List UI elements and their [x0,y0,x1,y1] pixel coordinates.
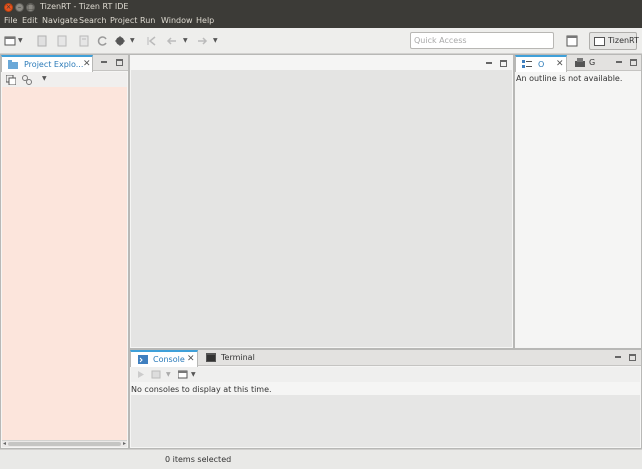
back-arrow-icon[interactable] [166,35,178,47]
close-icon: × [5,3,12,11]
chevron-down-icon[interactable]: ▼ [213,37,218,44]
chevron-down-icon[interactable]: ▼ [18,37,23,44]
view-menu-icon[interactable]: ▼ [42,75,47,82]
chevron-down-icon[interactable]: ▼ [183,37,188,44]
tab-project-explorer[interactable]: Project Explo... ✕ [1,55,93,72]
menu-run[interactable]: Run [140,16,155,25]
refresh-icon[interactable] [97,35,109,47]
console-panel: Console ✕ Terminal ▼ ▼ No consoles to di… [129,349,642,449]
maximize-icon[interactable] [629,354,636,361]
perspective-label: TizenRT [608,36,639,45]
outline-icon [522,60,532,68]
terminal-icon [206,353,216,362]
scrollbar-thumb[interactable] [8,442,121,446]
main-toolbar: ▼ ▼ ▼ ▼ Quick Access TizenRT [0,28,642,54]
console-message: No consoles to display at this time. [131,385,272,394]
chevron-down-icon[interactable]: ▼ [191,371,196,378]
clear-console-icon[interactable] [151,370,161,379]
menu-edit[interactable]: Edit [22,16,38,25]
save-icon[interactable] [56,35,68,47]
editor-body[interactable] [131,70,512,347]
menu-navigate[interactable]: Navigate [42,16,78,25]
minimize-icon[interactable] [615,354,622,361]
tizenrt-perspective-button[interactable]: TizenRT [589,32,639,50]
tab-label: Project Explo... [24,60,84,69]
tab-label: Terminal [221,353,255,362]
properties-icon[interactable] [78,35,90,47]
window-close-button[interactable]: × [4,3,13,12]
status-bar: 0 items selected [0,449,642,469]
scroll-right-icon[interactable]: ▸ [123,440,126,447]
maximize-icon[interactable] [116,59,123,66]
tab-outline[interactable]: O ✕ [515,55,567,72]
window-minimize-button[interactable]: – [15,3,24,12]
console-toolbar: ▼ ▼ [131,367,640,382]
close-icon[interactable]: ✕ [83,59,91,69]
minimize-icon: – [17,3,22,11]
maximize-icon[interactable] [500,60,507,67]
menu-file[interactable]: File [4,16,17,25]
window-maximize-button[interactable]: □ [26,3,35,12]
console-tabbar: Console ✕ Terminal [130,350,641,367]
explorer-horizontal-scrollbar[interactable]: ◂ ▸ [2,440,127,447]
perspective-icon [594,37,605,46]
minimize-icon[interactable] [486,60,493,67]
explorer-toolbar: ▼ [2,72,127,87]
tab-label: G [589,58,596,67]
play-icon[interactable] [137,370,145,379]
window-title: TizenRT - Tizen RT IDE [40,2,129,11]
tab-console[interactable]: Console ✕ [130,350,198,367]
project-explorer-tabbar: Project Explo... ✕ [1,55,128,72]
menu-search[interactable]: Search [79,16,106,25]
title-bar: × – □ TizenRT - Tizen RT IDE [0,0,642,15]
outline-message: An outline is not available. [516,74,623,83]
collapse-all-icon[interactable] [6,75,16,85]
tab-label: O [538,60,545,69]
scroll-left-icon[interactable]: ◂ [3,440,6,447]
open-perspective-icon[interactable] [566,35,578,47]
forward-arrow-icon[interactable] [196,35,208,47]
new-icon[interactable] [4,35,16,47]
maximize-icon[interactable] [630,59,637,66]
tab-terminal[interactable]: Terminal [206,350,266,366]
tab-label: Console [153,355,185,364]
link-editor-icon[interactable] [22,75,32,85]
close-icon[interactable]: ✕ [556,59,564,69]
quick-access-input[interactable]: Quick Access [410,32,554,49]
folder-icon [8,60,18,69]
outline-panel: O ✕ G An outline is not available. [514,54,642,349]
editor-area [129,54,514,349]
close-icon[interactable]: ✕ [187,354,195,364]
tab-g[interactable]: G [573,55,603,71]
console-output[interactable] [131,395,640,447]
chevron-down-icon[interactable]: ▼ [166,371,171,378]
menu-bar: File Edit Navigate Search Project Run Wi… [0,15,642,28]
debug-icon[interactable] [114,35,126,47]
project-explorer-panel: Project Explo... ✕ ▼ ◂ ▸ [0,54,129,449]
menu-help[interactable]: Help [196,16,214,25]
menu-window[interactable]: Window [161,16,193,25]
menu-project[interactable]: Project [110,16,137,25]
open-console-icon[interactable] [178,370,188,379]
outline-tabbar: O ✕ G [515,55,641,72]
minimize-icon[interactable] [101,59,108,66]
build-targets-icon [575,58,585,67]
save-all-icon[interactable] [36,35,48,47]
maximize-icon: □ [27,3,34,11]
last-edit-location-icon[interactable] [146,35,158,47]
project-explorer-tree[interactable] [2,87,127,440]
chevron-down-icon[interactable]: ▼ [130,37,135,44]
console-icon [138,355,148,364]
minimize-icon[interactable] [616,59,623,66]
status-text: 0 items selected [165,455,232,464]
